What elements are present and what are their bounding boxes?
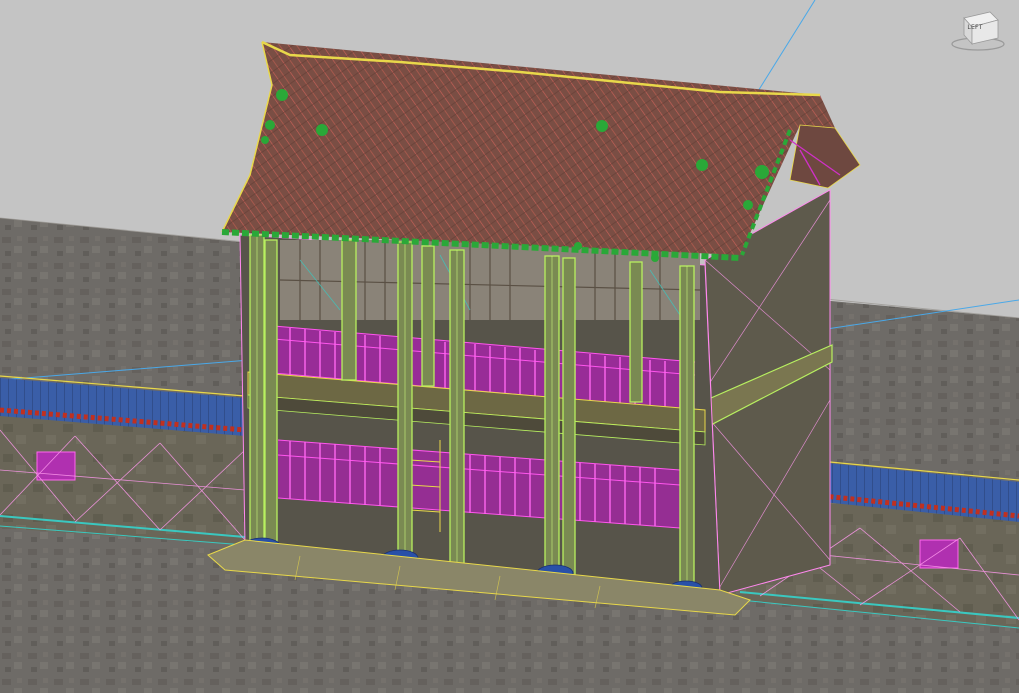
- viewcube-icon[interactable]: [951, 11, 1005, 51]
- 3d-viewport[interactable]: LEFT: [0, 0, 1019, 693]
- building-model: [207, 40, 861, 616]
- left-wall: [0, 375, 246, 546]
- scene-render: [0, 0, 1019, 693]
